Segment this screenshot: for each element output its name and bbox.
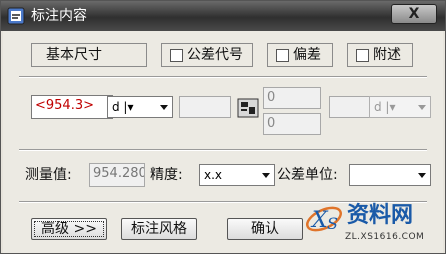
- tolerance-code-option[interactable]: 公差代号: [161, 43, 253, 67]
- close-icon: X: [408, 6, 420, 22]
- symbol-picker-button[interactable]: [237, 98, 259, 118]
- watermark-logo: X S 资料网 ZL.XS1616.COM: [301, 197, 445, 253]
- tolerance-unit-label: 公差单位:: [277, 167, 338, 183]
- title-bar[interactable]: 标注内容 X: [1, 1, 445, 31]
- appendix-symbol-combo[interactable]: d |▾: [369, 96, 431, 118]
- chevron-down-icon: [262, 173, 270, 178]
- dimension-style-button[interactable]: 标注风格: [121, 218, 197, 240]
- tolerance-code-label: 公差代号: [187, 47, 243, 63]
- precision-select[interactable]: x.x: [199, 164, 275, 186]
- dimension-symbol-combo[interactable]: d |▾: [107, 96, 173, 118]
- close-button[interactable]: X: [391, 4, 437, 24]
- chevron-down-icon: [418, 173, 426, 178]
- lower-deviation-input[interactable]: 0: [263, 113, 321, 135]
- chevron-down-icon: [418, 105, 426, 110]
- chevron-down-icon: [160, 105, 168, 110]
- empty-field[interactable]: [179, 96, 231, 118]
- watermark-url: ZL.XS1616.COM: [345, 232, 425, 242]
- dimension-symbol-value: d |▾: [112, 100, 134, 114]
- deviation-option[interactable]: 偏差: [267, 43, 333, 67]
- ok-button[interactable]: 确认: [227, 218, 303, 240]
- dimension-value-input[interactable]: <954.3>: [31, 95, 113, 119]
- window-title: 标注内容: [31, 8, 87, 24]
- precision-label: 精度:: [150, 167, 183, 183]
- appendix-option[interactable]: 附述: [347, 43, 413, 67]
- xs-logo-icon: X S: [305, 206, 343, 233]
- deviation-checkbox[interactable]: [276, 49, 289, 62]
- measured-value-field: 954.280: [89, 163, 145, 187]
- appendix-label: 附述: [373, 47, 401, 63]
- dimension-content-dialog: 标注内容 X 基本尺寸 公差代号 偏差 附述 <954.3> d |▾ 0 0 …: [0, 0, 446, 254]
- basic-size-label: 基本尺寸: [46, 47, 102, 63]
- separator-top: [19, 76, 427, 78]
- app-icon: [7, 7, 25, 25]
- appendix-symbol-value: d |▾: [374, 100, 396, 114]
- appendix-checkbox[interactable]: [356, 49, 369, 62]
- measured-value-label: 测量值:: [25, 167, 72, 183]
- tolerance-code-checkbox[interactable]: [170, 49, 183, 62]
- separator-middle: [19, 149, 427, 151]
- watermark-text: 资料网: [347, 203, 414, 228]
- appendix-input[interactable]: [329, 96, 373, 118]
- tolerance-unit-select[interactable]: [349, 164, 431, 186]
- upper-deviation-input[interactable]: 0: [263, 87, 321, 109]
- svg-text:S: S: [327, 214, 338, 233]
- deviation-label: 偏差: [293, 47, 321, 63]
- basic-size-box: 基本尺寸: [31, 43, 147, 67]
- special-symbol-icon: [237, 98, 259, 118]
- precision-value: x.x: [204, 168, 223, 182]
- advanced-button[interactable]: 高级 >>: [31, 218, 107, 240]
